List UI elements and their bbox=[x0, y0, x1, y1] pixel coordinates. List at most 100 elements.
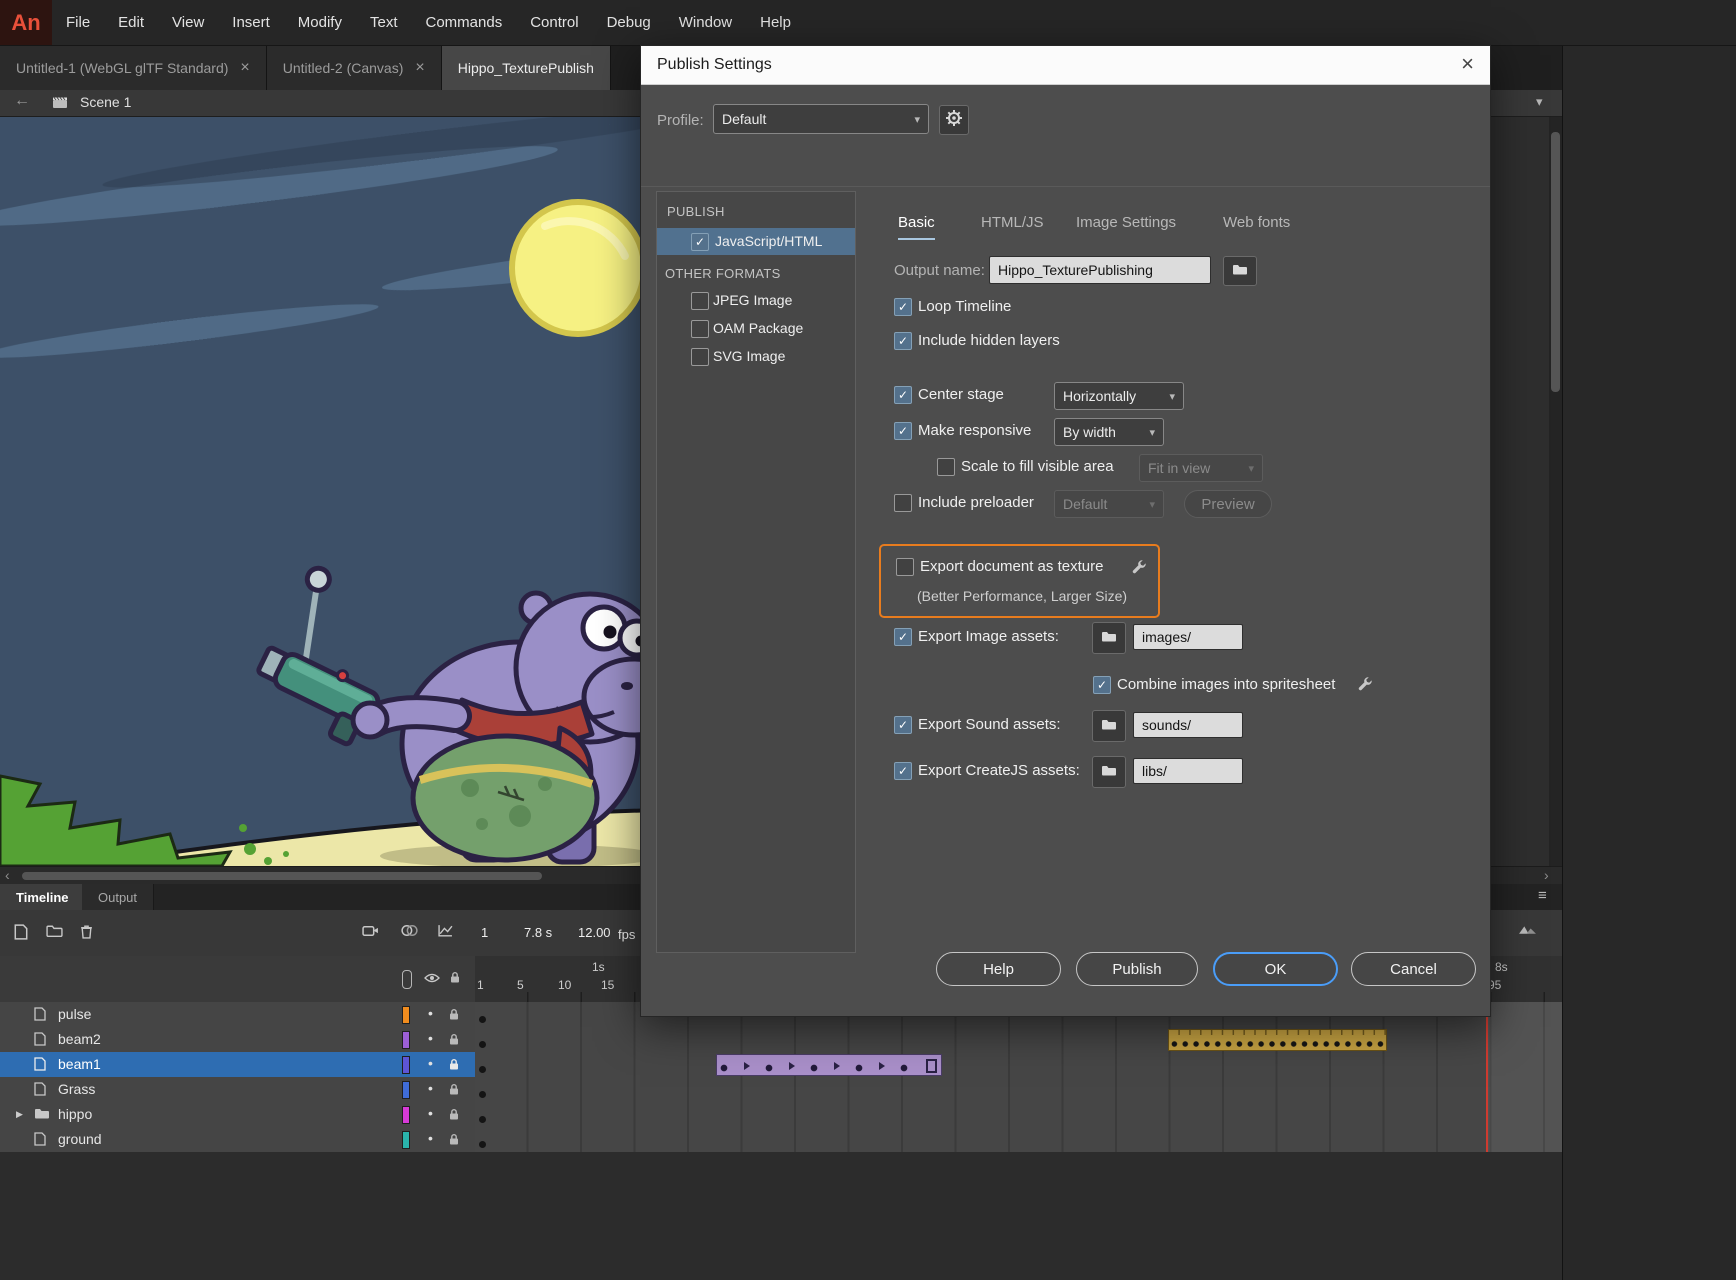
checkbox-svg-image[interactable] bbox=[691, 348, 709, 366]
checkbox-loop-timeline[interactable]: ✓ bbox=[894, 298, 912, 316]
tab-untitled-2[interactable]: Untitled-2 (Canvas) × bbox=[267, 45, 442, 90]
checkbox-export-image-assets[interactable]: ✓ bbox=[894, 628, 912, 646]
layer-lock-icon[interactable] bbox=[449, 1133, 459, 1146]
scrollbar-thumb[interactable] bbox=[22, 872, 542, 880]
layer-lock-icon[interactable] bbox=[449, 1108, 459, 1121]
libs-folder-button[interactable] bbox=[1092, 756, 1126, 788]
checkbox-center-stage[interactable]: ✓ bbox=[894, 386, 912, 404]
app-logo-icon[interactable]: An bbox=[0, 0, 52, 45]
sounds-folder-button[interactable] bbox=[1092, 710, 1126, 742]
center-stage-dropdown[interactable]: Horizontally ▾ bbox=[1054, 382, 1184, 410]
panel-menu-icon[interactable]: ≡ bbox=[1538, 887, 1547, 904]
checkbox-export-sound-assets[interactable]: ✓ bbox=[894, 716, 912, 734]
layer-color-swatch[interactable] bbox=[402, 1056, 410, 1074]
checkbox-scale-to-fill[interactable] bbox=[937, 458, 955, 476]
motion-tween-span[interactable] bbox=[716, 1054, 942, 1076]
menu-text[interactable]: Text bbox=[356, 0, 412, 45]
menu-insert[interactable]: Insert bbox=[218, 0, 284, 45]
scrollbar-thumb[interactable] bbox=[1551, 132, 1560, 392]
tab-hippo-texturepublish[interactable]: Hippo_TexturePublish bbox=[442, 45, 611, 90]
checkbox-checked[interactable]: ✓ bbox=[691, 233, 709, 251]
format-label[interactable]: OAM Package bbox=[713, 320, 803, 336]
center-stage-label[interactable]: Center stage bbox=[918, 386, 1004, 403]
stage-vertical-scrollbar[interactable] bbox=[1549, 116, 1562, 866]
layer-visibility-dot[interactable]: • bbox=[428, 1130, 433, 1146]
checkbox-export-createjs-assets[interactable]: ✓ bbox=[894, 762, 912, 780]
tab-timeline[interactable]: Timeline bbox=[0, 884, 86, 910]
menu-debug[interactable]: Debug bbox=[593, 0, 665, 45]
layer-row-pulse[interactable]: pulse • bbox=[0, 1002, 475, 1028]
layer-color-swatch[interactable] bbox=[402, 1106, 410, 1124]
timeline-zoom-icon[interactable] bbox=[1518, 924, 1537, 935]
layer-color-swatch[interactable] bbox=[402, 1006, 410, 1024]
output-folder-button[interactable] bbox=[1223, 256, 1257, 286]
layer-row-hippo-folder[interactable]: ▶ hippo • bbox=[0, 1102, 475, 1128]
onion-skin-icon[interactable] bbox=[400, 924, 419, 937]
menu-control[interactable]: Control bbox=[516, 0, 592, 45]
menu-commands[interactable]: Commands bbox=[412, 0, 517, 45]
export-sound-assets-label[interactable]: Export Sound assets: bbox=[918, 716, 1061, 733]
keyframe-sequence-band[interactable] bbox=[1168, 1029, 1387, 1051]
new-folder-icon[interactable] bbox=[46, 924, 63, 937]
new-layer-icon[interactable] bbox=[14, 924, 28, 940]
layer-lock-icon[interactable] bbox=[449, 1033, 459, 1046]
format-label[interactable]: SVG Image bbox=[713, 348, 785, 364]
checkbox-combine-spritesheet[interactable]: ✓ bbox=[1093, 676, 1111, 694]
camera-icon[interactable] bbox=[362, 924, 379, 937]
images-path-input[interactable]: images/ bbox=[1133, 624, 1243, 650]
wrench-icon[interactable] bbox=[1357, 676, 1372, 691]
checkbox-export-document-as-texture[interactable] bbox=[896, 558, 914, 576]
edit-scene-chevron-icon[interactable]: ▾ bbox=[1536, 94, 1543, 110]
menu-file[interactable]: File bbox=[52, 0, 104, 45]
menu-modify[interactable]: Modify bbox=[284, 0, 356, 45]
publish-button[interactable]: Publish bbox=[1076, 952, 1198, 986]
tab-image-settings[interactable]: Image Settings bbox=[1076, 214, 1176, 238]
format-javascript-html-selected[interactable]: ✓ JavaScript/HTML bbox=[657, 228, 855, 255]
layer-color-swatch[interactable] bbox=[402, 1031, 410, 1049]
expand-arrow-icon[interactable]: ▶ bbox=[16, 1109, 23, 1120]
tab-html-js[interactable]: HTML/JS bbox=[981, 214, 1044, 238]
help-button[interactable]: Help bbox=[936, 952, 1061, 986]
layer-row-ground[interactable]: ground • bbox=[0, 1127, 475, 1153]
menu-help[interactable]: Help bbox=[746, 0, 805, 45]
outline-color-column-icon[interactable] bbox=[402, 970, 412, 989]
layer-visibility-dot[interactable]: • bbox=[428, 1080, 433, 1096]
layer-visibility-dot[interactable]: • bbox=[428, 1105, 433, 1121]
dialog-title-bar[interactable]: Publish Settings × bbox=[641, 46, 1490, 85]
layer-visibility-dot[interactable]: • bbox=[428, 1005, 433, 1021]
frames-graph-icon[interactable] bbox=[438, 924, 453, 937]
menu-view[interactable]: View bbox=[158, 0, 218, 45]
include-hidden-layers-label[interactable]: Include hidden layers bbox=[918, 332, 1060, 349]
frames-track-beam1[interactable] bbox=[475, 1052, 1562, 1078]
back-arrow-icon[interactable]: ← bbox=[14, 92, 30, 110]
layer-row-grass[interactable]: Grass • bbox=[0, 1077, 475, 1103]
export-image-assets-label[interactable]: Export Image assets: bbox=[918, 628, 1059, 645]
close-icon[interactable]: × bbox=[240, 59, 249, 77]
output-name-input[interactable]: Hippo_TexturePublishing bbox=[989, 256, 1211, 284]
close-icon[interactable]: × bbox=[1461, 51, 1474, 77]
layer-color-swatch[interactable] bbox=[402, 1131, 410, 1149]
delete-layer-icon[interactable] bbox=[80, 924, 93, 939]
scale-to-fill-label[interactable]: Scale to fill visible area bbox=[961, 458, 1114, 475]
layer-visibility-dot[interactable]: • bbox=[428, 1055, 433, 1071]
close-icon[interactable]: × bbox=[415, 59, 424, 77]
checkbox-make-responsive[interactable]: ✓ bbox=[894, 422, 912, 440]
tab-output[interactable]: Output bbox=[82, 884, 154, 910]
layer-lock-icon[interactable] bbox=[449, 1083, 459, 1096]
make-responsive-label[interactable]: Make responsive bbox=[918, 422, 1031, 439]
export-createjs-assets-label[interactable]: Export CreateJS assets: bbox=[918, 762, 1080, 779]
layer-row-beam2[interactable]: beam2 • bbox=[0, 1027, 475, 1053]
export-texture-label[interactable]: Export document as texture bbox=[920, 558, 1103, 575]
make-responsive-dropdown[interactable]: By width ▾ bbox=[1054, 418, 1164, 446]
scroll-left-icon[interactable]: ‹ bbox=[5, 867, 10, 883]
frame-rate-value[interactable]: 12.00 bbox=[578, 925, 611, 940]
cancel-button[interactable]: Cancel bbox=[1351, 952, 1476, 986]
frames-track-grass[interactable] bbox=[475, 1077, 1562, 1103]
sounds-path-input[interactable]: sounds/ bbox=[1133, 712, 1243, 738]
wrench-icon[interactable] bbox=[1131, 559, 1146, 574]
menu-window[interactable]: Window bbox=[665, 0, 746, 45]
images-folder-button[interactable] bbox=[1092, 622, 1126, 654]
checkbox-oam-package[interactable] bbox=[691, 320, 709, 338]
ok-button[interactable]: OK bbox=[1213, 952, 1338, 986]
scroll-right-icon[interactable]: › bbox=[1544, 867, 1549, 883]
